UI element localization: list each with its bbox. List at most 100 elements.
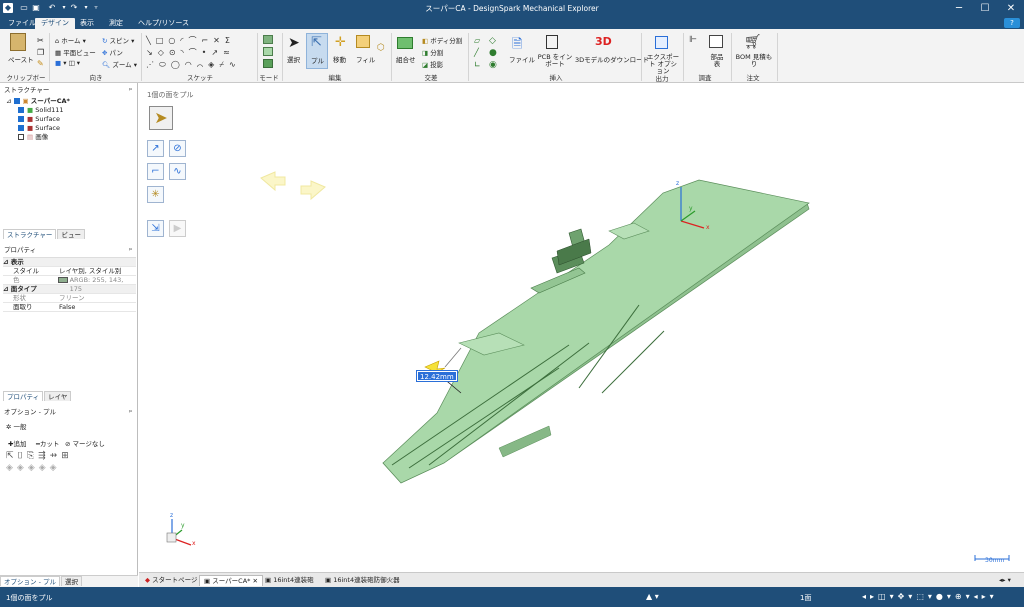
tree-item[interactable]: ■ Solid111: [6, 106, 134, 115]
insert-small-tools[interactable]: ▱ ╱ ∟: [474, 35, 481, 71]
tab-design[interactable]: デザイン: [35, 18, 75, 29]
warning-icon[interactable]: ▲ ▾: [646, 592, 659, 601]
format-painter-icon[interactable]: ✎: [37, 59, 44, 68]
zoom-button[interactable]: 🔍︎ ズーム ▾: [102, 59, 137, 69]
parts-list-icon[interactable]: [709, 35, 723, 48]
tab-list-icon[interactable]: ▾: [1008, 576, 1011, 584]
3d-download-icon[interactable]: 3D: [595, 35, 612, 48]
plan-view-button[interactable]: ▦ 平面ビュー: [55, 47, 96, 57]
checkbox[interactable]: [13, 98, 20, 104]
cut-option[interactable]: ━カット: [36, 438, 59, 448]
move-icon[interactable]: ✛: [335, 35, 346, 50]
pull-button[interactable]: プル: [311, 55, 324, 65]
pcb-icon[interactable]: [546, 35, 558, 49]
cart-icon[interactable]: 🛒︎: [744, 34, 762, 50]
collapse-icon[interactable]: ⊿: [6, 97, 11, 105]
project-button[interactable]: ◪ 投影: [422, 59, 443, 69]
no-merge-option[interactable]: ⊘ マージなし: [65, 438, 105, 448]
export-options-button[interactable]: エクスポート オプション: [646, 54, 680, 75]
bom-quote-button[interactable]: BOM 見積も り: [734, 54, 774, 68]
tab-measure[interactable]: 測定: [103, 18, 129, 29]
minimize-icon[interactable]: ─: [946, 0, 972, 17]
pcb-import-button[interactable]: PCB をイン ポート: [535, 54, 575, 68]
tab-active-document[interactable]: ▣ スーパーCA* ✕: [199, 575, 263, 586]
section-display[interactable]: ⊿ 表示: [3, 258, 136, 267]
close-icon[interactable]: ✕: [998, 0, 1024, 17]
flight-deck[interactable]: [382, 179, 810, 484]
copy-icon[interactable]: ❐: [37, 48, 44, 57]
tab-select[interactable]: 選択: [60, 576, 82, 586]
sketch-row-2[interactable]: ↘◇⊙◝⌒•↗≈: [146, 47, 254, 59]
export-icon[interactable]: [655, 36, 668, 49]
tab-help[interactable]: ヘルプ/リソース: [132, 18, 195, 29]
tab-view[interactable]: 表示: [74, 18, 100, 29]
tab-structure[interactable]: ストラクチャー: [3, 229, 57, 239]
paste-icon[interactable]: [10, 33, 26, 51]
split-button[interactable]: ◨ 分割: [422, 47, 443, 57]
view-cube-button[interactable]: ■ ▾ ◫ ▾: [55, 59, 80, 67]
close-tab-icon[interactable]: ✕: [252, 577, 257, 585]
add-option[interactable]: ✚追加: [8, 438, 26, 448]
fill-button[interactable]: フィル: [356, 54, 375, 64]
tab-properties[interactable]: プロパティ: [3, 391, 44, 401]
spin-button[interactable]: ↻ スピン ▾: [102, 35, 134, 45]
paste-button[interactable]: ペースト: [8, 54, 34, 64]
split-body-button[interactable]: ◧ ボディ分割: [422, 35, 462, 45]
combine-icon[interactable]: [397, 37, 413, 49]
plane-icon[interactable]: ▱: [474, 35, 481, 47]
tab-scroll-right-icon[interactable]: ▸: [1002, 576, 1005, 584]
checkbox[interactable]: [18, 134, 24, 140]
measure-icon[interactable]: ⊩: [689, 35, 697, 45]
checkbox[interactable]: [18, 125, 24, 131]
home-button[interactable]: ⌂ ホーム ▾: [55, 35, 86, 45]
pin-icon[interactable]: ᵖ: [129, 85, 132, 95]
select-icon[interactable]: ➤: [288, 35, 300, 51]
dimension-value-input[interactable]: 12.42mm: [416, 370, 458, 382]
prop-color[interactable]: 色 ARGB: 255, 143, 175: [3, 276, 136, 293]
prop-round[interactable]: 面取り False: [3, 303, 136, 312]
tree-item[interactable]: ▤ 画像: [6, 133, 134, 142]
cylinder-icon[interactable]: ◉: [489, 59, 497, 71]
checkbox[interactable]: [18, 107, 24, 113]
fill-extra-icon[interactable]: ⬡: [377, 43, 385, 53]
3d-viewport[interactable]: 1個の面をプル ➤ ↗ ⊘ ⌐ ∿ ✳ ⇲ ▶ 12.42mm z y x z …: [139, 83, 1024, 572]
tree-item[interactable]: ■ Surface: [6, 124, 134, 133]
tab-document[interactable]: ▣ 16int4連装砲防御火器: [321, 575, 404, 586]
tree-item[interactable]: ■ Surface: [6, 115, 134, 124]
shell-icon[interactable]: ◇: [489, 35, 497, 47]
help-icon[interactable]: ?: [1004, 18, 1020, 28]
section-mode-icon[interactable]: [263, 47, 273, 56]
insert-shape-tools[interactable]: ◇ ● ◉: [489, 35, 497, 71]
tab-scroll[interactable]: ◂▸ ▾: [995, 575, 1015, 586]
maximize-icon[interactable]: ☐: [972, 0, 998, 17]
pan-button[interactable]: ✥ パン: [102, 47, 123, 57]
sketch-row-1[interactable]: ╲□○◜⌒⌐✕Σ: [146, 35, 254, 47]
option-tools-row-1[interactable]: ⇱⌷⎘⇶⇸⊞: [6, 451, 73, 461]
pin-icon[interactable]: ᵖ: [129, 407, 132, 417]
tab-options[interactable]: オプション - プル: [0, 576, 60, 586]
status-tools[interactable]: ◂▸◫▾✥▾⬚▾●▾⊕▾◂▸▾: [862, 592, 998, 601]
fill-icon[interactable]: [356, 35, 370, 48]
sketch-tools[interactable]: ╲□○◜⌒⌐✕Σ ↘◇⊙◝⌒•↗≈ ⋰⬭◯◠⌒◈⌿∿: [146, 35, 254, 69]
option-tools-row-2[interactable]: ◈◈◈◈◈: [6, 463, 61, 473]
pin-icon[interactable]: ᵖ: [129, 245, 132, 255]
origin-icon[interactable]: ∟: [474, 59, 481, 71]
cut-icon[interactable]: ✂: [37, 36, 44, 45]
sphere-icon[interactable]: ●: [489, 47, 497, 59]
3d-mode-icon[interactable]: [263, 59, 273, 68]
3d-download-button[interactable]: 3Dモデルのダウンロード: [575, 54, 649, 64]
model-canvas[interactable]: [139, 83, 1024, 572]
color-swatch[interactable]: [57, 277, 68, 283]
tree-root[interactable]: ⊿ ▣ スーパーCA*: [6, 97, 134, 106]
sketch-mode-icon[interactable]: [263, 35, 273, 44]
tab-views[interactable]: ビュー: [57, 229, 85, 239]
insert-file-button[interactable]: ファイル: [509, 54, 535, 64]
prop-style[interactable]: スタイル レイヤ別, スタイル別: [3, 267, 136, 276]
prop-shape[interactable]: 形状 フリーン: [3, 294, 136, 303]
select-button[interactable]: 選択: [287, 54, 300, 64]
tab-layers[interactable]: レイヤ: [44, 391, 72, 401]
parts-list-button[interactable]: 部品 表: [708, 54, 726, 68]
tab-document[interactable]: ▣ 16int4連装砲: [261, 575, 318, 586]
move-button[interactable]: 移動: [333, 54, 346, 64]
axis-icon[interactable]: ╱: [474, 47, 481, 59]
